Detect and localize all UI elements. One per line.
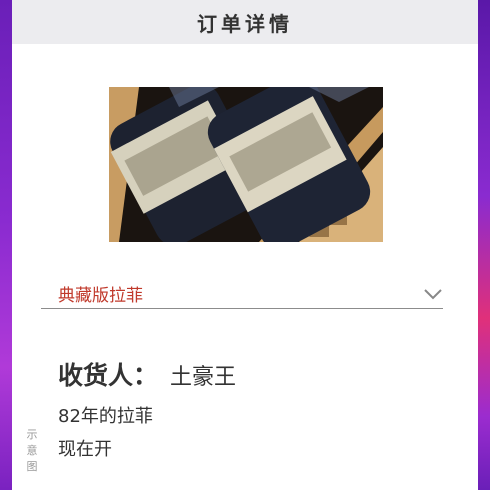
recipient-label: 收货人： — [58, 361, 159, 390]
page-title: 订单详情 — [197, 11, 293, 36]
wine-bottles-image — [109, 87, 383, 242]
watermark-char: 示 — [26, 428, 38, 441]
recipient-row: 收货人： 土豪王 — [58, 356, 236, 392]
chevron-down-icon — [423, 286, 443, 300]
detail-line-2: 现在开 — [58, 439, 112, 460]
product-image — [109, 87, 383, 242]
detail-line-1: 82年的拉菲 — [58, 406, 153, 427]
recipient-name: 土豪王 — [170, 365, 237, 390]
header-bar: 订单详情 — [12, 0, 478, 44]
order-detail-card: 订单详情 典藏版拉菲 收货人： 土豪王 82年的拉菲 现在开 示 意 图 — [12, 0, 478, 490]
edition-select[interactable]: 典藏版拉菲 — [41, 276, 443, 309]
watermark-char: 意 — [26, 444, 38, 457]
watermark-char: 图 — [26, 460, 38, 473]
illustration-watermark: 示 意 图 — [25, 427, 39, 475]
background-right — [478, 0, 490, 490]
background-left — [0, 0, 12, 490]
edition-select-value: 典藏版拉菲 — [58, 286, 143, 306]
